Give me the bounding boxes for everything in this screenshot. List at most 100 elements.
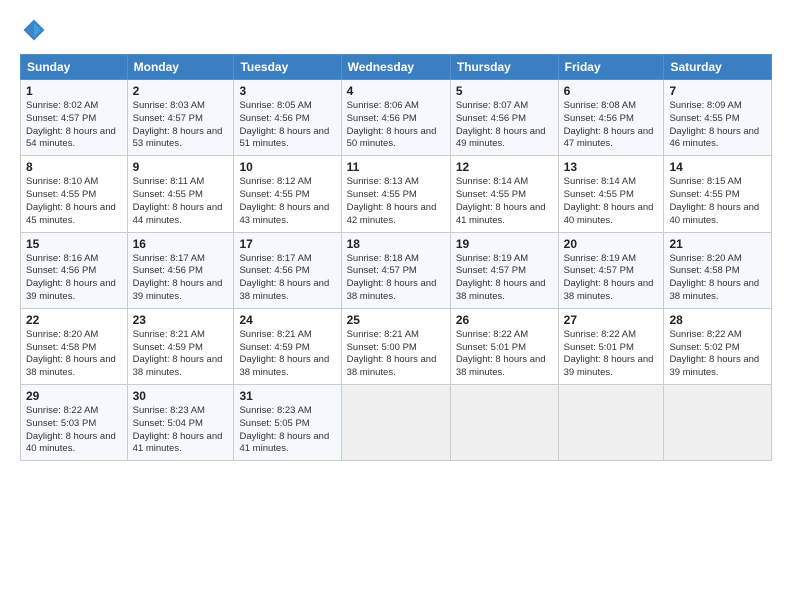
day-number: 31 <box>239 389 335 403</box>
day-cell: 20Sunrise: 8:19 AMSunset: 4:57 PMDayligh… <box>558 232 664 308</box>
day-header-friday: Friday <box>558 55 664 80</box>
day-cell: 21 Sunrise: 8:20 AMSunset: 4:58 PMDayligh… <box>664 232 772 308</box>
calendar-table: SundayMondayTuesdayWednesdayThursdayFrid… <box>20 54 772 461</box>
day-number: 19 <box>456 237 553 251</box>
day-info: Sunrise: 8:22 AMSunset: 5:02 PMDaylight:… <box>669 329 759 378</box>
day-cell: 16 Sunrise: 8:17 AMSunset: 4:56 PMDayligh… <box>127 232 234 308</box>
day-number: 21 <box>669 237 766 251</box>
day-info: Sunrise: 8:07 AMSunset: 4:56 PMDaylight:… <box>456 100 546 149</box>
logo <box>20 16 52 44</box>
day-cell: 6Sunrise: 8:08 AMSunset: 4:56 PMDaylight… <box>558 80 664 156</box>
day-info: Sunrise: 8:17 AMSunset: 4:56 PMDaylight:… <box>133 253 223 302</box>
calendar-header: SundayMondayTuesdayWednesdayThursdayFrid… <box>21 55 772 80</box>
day-number: 27 <box>564 313 659 327</box>
day-cell: 3 Sunrise: 8:05 AMSunset: 4:56 PMDaylight… <box>234 80 341 156</box>
logo-icon <box>20 16 48 44</box>
day-number: 26 <box>456 313 553 327</box>
day-info: Sunrise: 8:15 AMSunset: 4:55 PMDaylight:… <box>669 176 759 225</box>
day-cell: 2 Sunrise: 8:03 AMSunset: 4:57 PMDaylight… <box>127 80 234 156</box>
week-row-4: 22Sunrise: 8:20 AMSunset: 4:58 PMDayligh… <box>21 308 772 384</box>
day-header-sunday: Sunday <box>21 55 128 80</box>
day-header-saturday: Saturday <box>664 55 772 80</box>
day-info: Sunrise: 8:18 AMSunset: 4:57 PMDaylight:… <box>347 253 437 302</box>
day-info: Sunrise: 8:20 AMSunset: 4:58 PMDaylight:… <box>669 253 759 302</box>
day-number: 15 <box>26 237 122 251</box>
day-number: 29 <box>26 389 122 403</box>
day-cell: 14 Sunrise: 8:15 AMSunset: 4:55 PMDayligh… <box>664 156 772 232</box>
day-number: 23 <box>133 313 229 327</box>
day-header-tuesday: Tuesday <box>234 55 341 80</box>
week-row-3: 15Sunrise: 8:16 AMSunset: 4:56 PMDayligh… <box>21 232 772 308</box>
day-number: 10 <box>239 160 335 174</box>
day-number: 25 <box>347 313 445 327</box>
day-number: 17 <box>239 237 335 251</box>
day-cell: 27 Sunrise: 8:22 AMSunset: 5:01 PMDayligh… <box>558 308 664 384</box>
page: SundayMondayTuesdayWednesdayThursdayFrid… <box>0 0 792 612</box>
day-cell: 19 Sunrise: 8:19 AMSunset: 4:57 PMDayligh… <box>450 232 558 308</box>
day-info: Sunrise: 8:19 AMSunset: 4:57 PMDaylight:… <box>456 253 546 302</box>
day-cell: 22Sunrise: 8:20 AMSunset: 4:58 PMDayligh… <box>21 308 128 384</box>
day-info: Sunrise: 8:22 AMSunset: 5:03 PMDaylight:… <box>26 405 116 454</box>
day-cell: 11 Sunrise: 8:13 AMSunset: 4:55 PMDayligh… <box>341 156 450 232</box>
day-cell: 28 Sunrise: 8:22 AMSunset: 5:02 PMDayligh… <box>664 308 772 384</box>
day-info: Sunrise: 8:22 AMSunset: 5:01 PMDaylight:… <box>456 329 546 378</box>
day-cell: 7 Sunrise: 8:09 AMSunset: 4:55 PMDaylight… <box>664 80 772 156</box>
day-info: Sunrise: 8:09 AMSunset: 4:55 PMDaylight:… <box>669 100 759 149</box>
day-number: 16 <box>133 237 229 251</box>
day-number: 2 <box>133 84 229 98</box>
day-header-thursday: Thursday <box>450 55 558 80</box>
day-number: 14 <box>669 160 766 174</box>
day-number: 7 <box>669 84 766 98</box>
day-info: Sunrise: 8:23 AMSunset: 5:05 PMDaylight:… <box>239 405 329 454</box>
day-info: Sunrise: 8:12 AMSunset: 4:55 PMDaylight:… <box>239 176 329 225</box>
day-info: Sunrise: 8:05 AMSunset: 4:56 PMDaylight:… <box>239 100 329 149</box>
day-info: Sunrise: 8:23 AMSunset: 5:04 PMDaylight:… <box>133 405 223 454</box>
header <box>20 16 772 44</box>
day-number: 11 <box>347 160 445 174</box>
day-number: 28 <box>669 313 766 327</box>
day-info: Sunrise: 8:10 AMSunset: 4:55 PMDaylight:… <box>26 176 116 225</box>
day-number: 1 <box>26 84 122 98</box>
day-number: 12 <box>456 160 553 174</box>
day-info: Sunrise: 8:21 AMSunset: 4:59 PMDaylight:… <box>133 329 223 378</box>
day-header-wednesday: Wednesday <box>341 55 450 80</box>
day-info: Sunrise: 8:06 AMSunset: 4:56 PMDaylight:… <box>347 100 437 149</box>
day-cell: 15Sunrise: 8:16 AMSunset: 4:56 PMDayligh… <box>21 232 128 308</box>
day-cell: 13Sunrise: 8:14 AMSunset: 4:55 PMDayligh… <box>558 156 664 232</box>
day-info: Sunrise: 8:17 AMSunset: 4:56 PMDaylight:… <box>239 253 329 302</box>
day-cell: 29 Sunrise: 8:22 AMSunset: 5:03 PMDayligh… <box>21 385 128 461</box>
day-cell: 24Sunrise: 8:21 AMSunset: 4:59 PMDayligh… <box>234 308 341 384</box>
day-info: Sunrise: 8:20 AMSunset: 4:58 PMDaylight:… <box>26 329 116 378</box>
day-number: 18 <box>347 237 445 251</box>
day-number: 9 <box>133 160 229 174</box>
day-number: 20 <box>564 237 659 251</box>
day-cell: 4Sunrise: 8:06 AMSunset: 4:56 PMDaylight… <box>341 80 450 156</box>
day-cell: 30 Sunrise: 8:23 AMSunset: 5:04 PMDayligh… <box>127 385 234 461</box>
day-info: Sunrise: 8:14 AMSunset: 4:55 PMDaylight:… <box>564 176 654 225</box>
calendar-body: 1 Sunrise: 8:02 AMSunset: 4:57 PMDaylight… <box>21 80 772 461</box>
day-cell: 5 Sunrise: 8:07 AMSunset: 4:56 PMDaylight… <box>450 80 558 156</box>
header-row: SundayMondayTuesdayWednesdayThursdayFrid… <box>21 55 772 80</box>
day-number: 30 <box>133 389 229 403</box>
day-number: 3 <box>239 84 335 98</box>
day-cell: 17 Sunrise: 8:17 AMSunset: 4:56 PMDayligh… <box>234 232 341 308</box>
day-info: Sunrise: 8:03 AMSunset: 4:57 PMDaylight:… <box>133 100 223 149</box>
day-cell: 18 Sunrise: 8:18 AMSunset: 4:57 PMDayligh… <box>341 232 450 308</box>
day-cell: 10 Sunrise: 8:12 AMSunset: 4:55 PMDayligh… <box>234 156 341 232</box>
day-info: Sunrise: 8:02 AMSunset: 4:57 PMDaylight:… <box>26 100 116 149</box>
day-info: Sunrise: 8:11 AMSunset: 4:55 PMDaylight:… <box>133 176 223 225</box>
day-cell <box>664 385 772 461</box>
day-info: Sunrise: 8:22 AMSunset: 5:01 PMDaylight:… <box>564 329 654 378</box>
day-cell <box>558 385 664 461</box>
day-cell: 26 Sunrise: 8:22 AMSunset: 5:01 PMDayligh… <box>450 308 558 384</box>
day-cell: 23 Sunrise: 8:21 AMSunset: 4:59 PMDayligh… <box>127 308 234 384</box>
day-number: 5 <box>456 84 553 98</box>
day-number: 24 <box>239 313 335 327</box>
day-cell <box>450 385 558 461</box>
day-cell <box>341 385 450 461</box>
day-info: Sunrise: 8:13 AMSunset: 4:55 PMDaylight:… <box>347 176 437 225</box>
day-header-monday: Monday <box>127 55 234 80</box>
day-cell: 12Sunrise: 8:14 AMSunset: 4:55 PMDayligh… <box>450 156 558 232</box>
day-number: 6 <box>564 84 659 98</box>
day-cell: 1 Sunrise: 8:02 AMSunset: 4:57 PMDaylight… <box>21 80 128 156</box>
